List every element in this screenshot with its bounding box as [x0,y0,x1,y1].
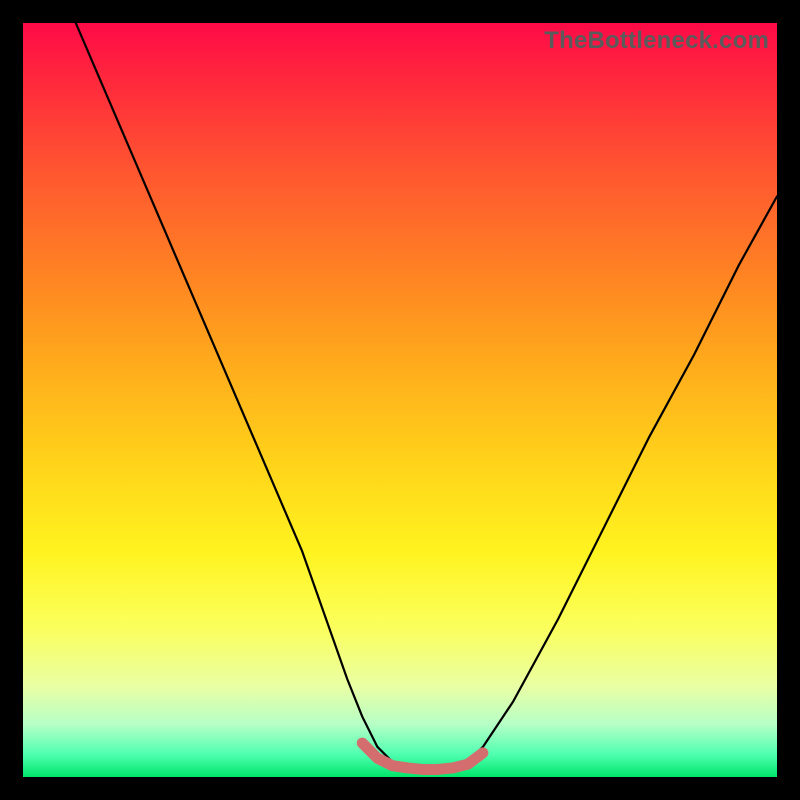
chart-svg [23,23,777,777]
chart-frame: TheBottleneck.com [0,0,800,800]
main-curve [76,23,777,772]
highlight-curve [362,743,483,769]
plot-area: TheBottleneck.com [23,23,777,777]
